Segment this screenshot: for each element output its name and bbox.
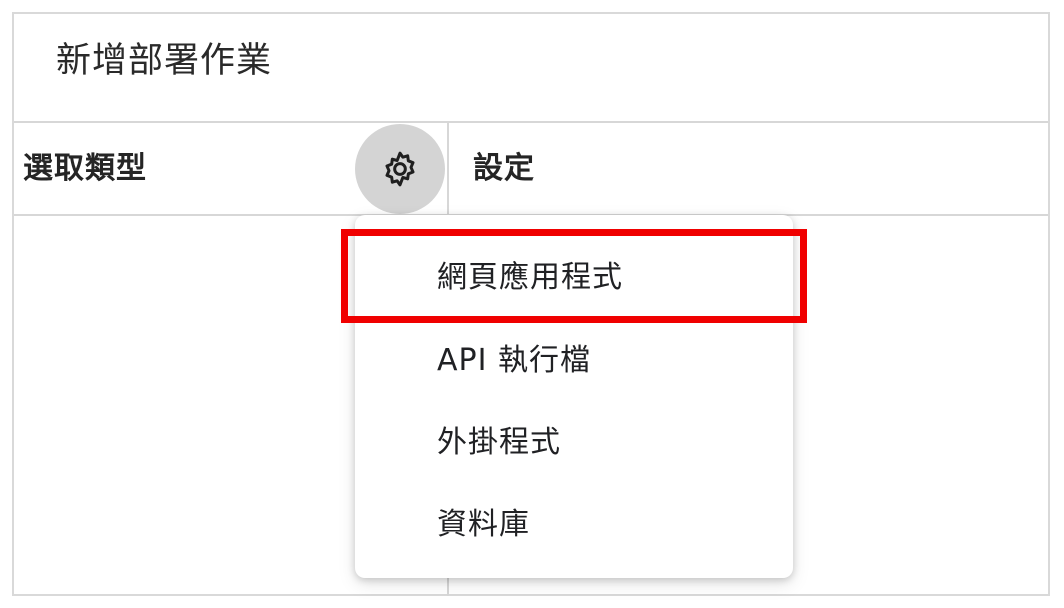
menu-item-api-executable[interactable]: API 執行檔 (355, 316, 793, 398)
select-type-gear-button[interactable] (355, 124, 445, 214)
menu-item-add-on[interactable]: 外掛程式 (355, 398, 793, 480)
settings-header: 設定 (473, 151, 535, 186)
select-type-header: 選取類型 (23, 151, 147, 186)
menu-item-label: 網頁應用程式 (437, 260, 623, 295)
dialog-title: 新增部署作業 (56, 41, 273, 81)
deployment-dialog: 新增部署作業 選取類型 設定 網頁應用程式 API 執行檔 外掛程式 資料庫 (12, 12, 1050, 596)
menu-item-label: API 執行檔 (437, 343, 591, 378)
deployment-type-menu: 網頁應用程式 API 執行檔 外掛程式 資料庫 (341, 215, 807, 578)
menu-item-library[interactable]: 資料庫 (355, 480, 793, 562)
menu-item-label: 資料庫 (437, 507, 530, 542)
menu-item-label: 外掛程式 (437, 425, 561, 460)
gear-icon (380, 149, 420, 189)
menu-item-web-app[interactable]: 網頁應用程式 (355, 233, 793, 315)
title-divider (14, 121, 1048, 123)
